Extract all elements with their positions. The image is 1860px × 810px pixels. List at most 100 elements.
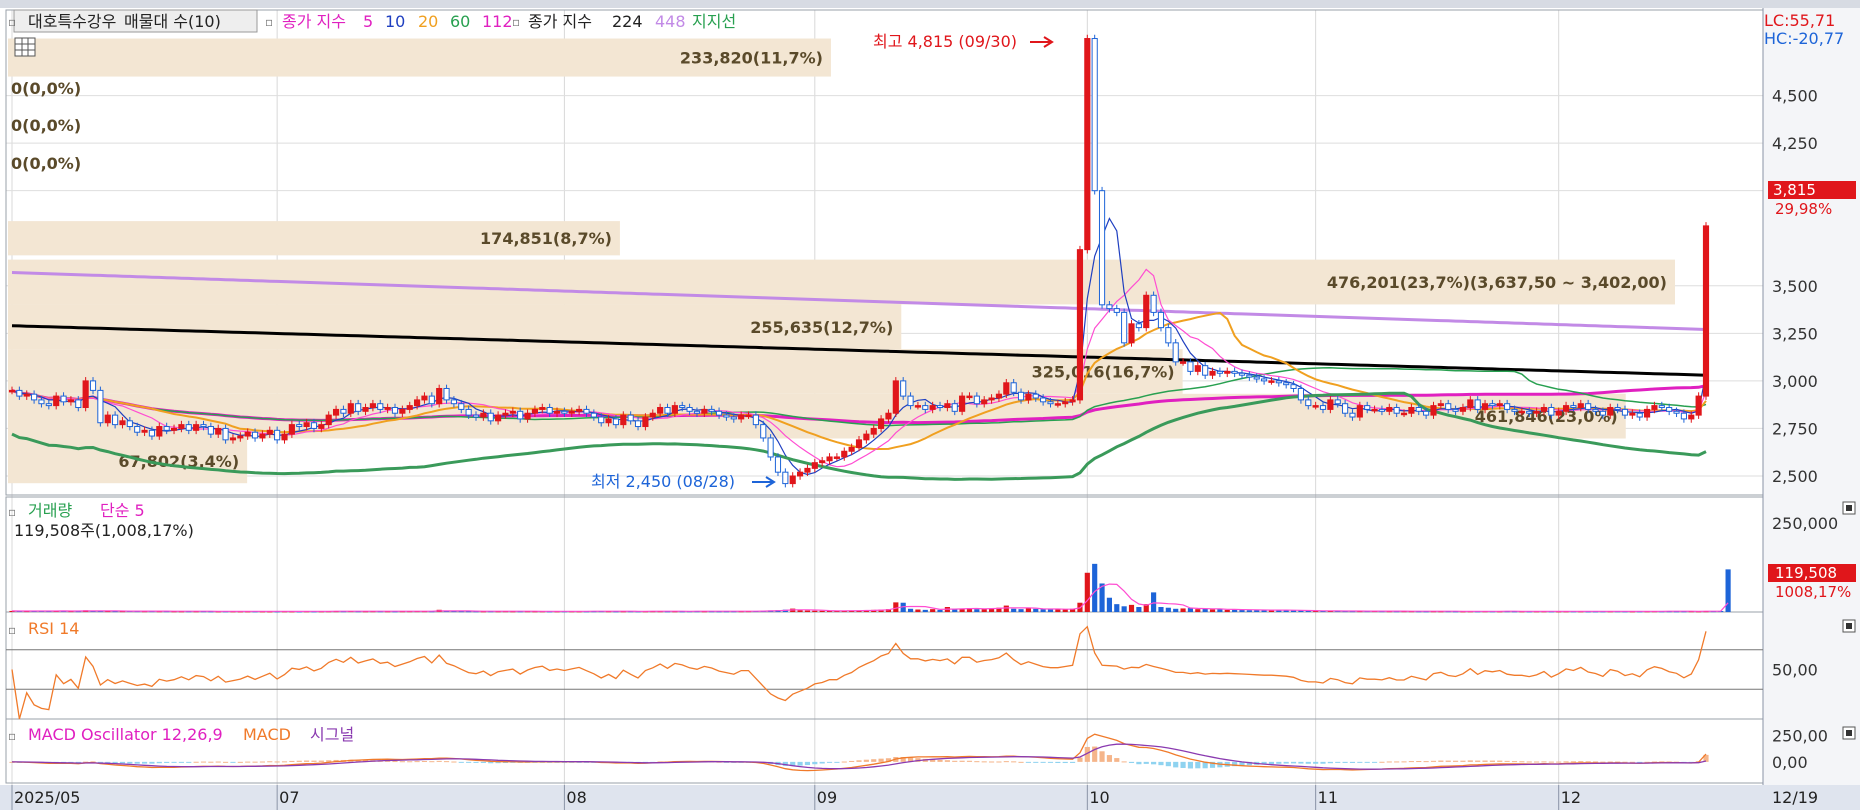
candle-body xyxy=(1599,410,1606,416)
macd-osc-bar xyxy=(407,761,413,763)
y-tick-label: 2,500 xyxy=(1772,467,1818,486)
candle-body xyxy=(1504,403,1511,410)
macd-osc-bar xyxy=(127,761,133,764)
macd-osc-bar xyxy=(1114,758,1120,762)
macd-osc-bar xyxy=(429,761,435,763)
candle-body xyxy=(1423,410,1430,416)
candle-body xyxy=(1054,403,1061,406)
macd-osc-bar xyxy=(141,761,148,764)
candle-body xyxy=(318,424,325,429)
macd-osc-bar xyxy=(186,761,192,763)
candle-body xyxy=(620,414,627,426)
candle-body xyxy=(598,416,605,424)
macd-osc-bar xyxy=(252,761,258,763)
candle-body xyxy=(539,407,546,410)
table-icon[interactable] xyxy=(14,37,36,57)
macd-osc-bar xyxy=(974,761,980,763)
macd-osc-bar xyxy=(1033,761,1039,763)
volume-bar xyxy=(1224,609,1230,612)
panel-close-icon[interactable] xyxy=(1842,501,1856,515)
zero-label: 0(0,0%) xyxy=(11,154,81,173)
candle-body xyxy=(553,410,561,414)
candle-body xyxy=(878,418,885,429)
macd-osc-bar xyxy=(1121,761,1127,763)
candle-body xyxy=(1231,370,1238,374)
volume-profile-label: 255,635(12,7%) xyxy=(750,318,893,337)
macd-osc-bar xyxy=(259,761,265,763)
macd-osc-bar xyxy=(1143,761,1149,764)
legend-support: 지지선 xyxy=(692,12,736,31)
candle-body xyxy=(1636,412,1643,418)
candle-body xyxy=(907,395,914,407)
candle-body xyxy=(752,414,759,426)
candle-body xyxy=(914,405,921,408)
candle-body xyxy=(1408,407,1415,414)
candle-body xyxy=(1680,412,1687,420)
candle-body xyxy=(531,408,539,414)
candle-body xyxy=(1356,405,1363,418)
candle-body xyxy=(414,399,421,407)
candle-body xyxy=(1533,410,1540,414)
candle-body xyxy=(406,405,413,410)
candle-body xyxy=(1702,225,1710,397)
candle-body xyxy=(929,405,936,410)
candle-body xyxy=(487,412,494,422)
candle-body xyxy=(649,412,656,418)
candle-body xyxy=(848,446,855,452)
macd-osc-bar xyxy=(1541,761,1547,763)
candle-body xyxy=(215,427,222,435)
panel-close-icon[interactable] xyxy=(1842,726,1856,740)
macd-osc-bar xyxy=(296,760,302,762)
x-tick-label: 07 xyxy=(279,788,299,807)
macd-osc-bar xyxy=(966,760,973,762)
candle-body xyxy=(1194,365,1201,372)
top-strip xyxy=(0,0,1860,8)
candle-body xyxy=(1135,323,1142,329)
candle-body xyxy=(1400,412,1408,416)
candle-body xyxy=(296,424,303,428)
candle-body xyxy=(8,389,16,393)
legend-ma5: 5 xyxy=(363,12,373,31)
macd-osc-bar xyxy=(1489,760,1495,762)
candle-body xyxy=(995,393,1003,399)
candle-body xyxy=(1216,370,1223,374)
candle-body xyxy=(892,380,899,414)
candle-body xyxy=(1577,403,1584,409)
volume-bar xyxy=(922,609,928,612)
candle-body xyxy=(82,380,89,409)
panel-close-icon[interactable] xyxy=(1842,619,1856,633)
stock-chart[interactable]: 233,820(11,7%) 174,851(8,7%) 476,201(23,7%… xyxy=(0,0,1860,810)
candle-body xyxy=(605,418,612,424)
x-tick-label: 12 xyxy=(1561,788,1581,807)
candle-body xyxy=(148,429,156,437)
candle-body xyxy=(1334,399,1341,405)
macd-osc-bar xyxy=(988,761,995,763)
candle-body xyxy=(1106,304,1113,310)
candle-body xyxy=(1062,401,1069,405)
macd-osc-bar xyxy=(1548,761,1554,763)
candle-body xyxy=(332,408,340,416)
macd-osc-bar xyxy=(804,761,811,766)
volume-bar xyxy=(819,610,825,612)
candle-body xyxy=(1113,308,1120,313)
macd-osc-bar xyxy=(1180,761,1186,768)
candle-body xyxy=(966,395,973,399)
macd-osc-bar xyxy=(1519,761,1525,763)
candle-body xyxy=(1548,407,1555,416)
macd-osc-bar xyxy=(1497,760,1503,762)
macd-osc-bar xyxy=(1386,761,1392,763)
volume-bar xyxy=(812,610,818,612)
candle-body xyxy=(259,433,266,439)
macd-osc-bar xyxy=(1504,760,1510,762)
candle-body xyxy=(922,405,929,410)
candle-body xyxy=(502,412,509,416)
x-axis-last-label: 12/19 xyxy=(1772,788,1818,807)
macd-osc-bar xyxy=(1077,757,1083,762)
candle-body xyxy=(1570,405,1577,409)
volume-profile-label: 174,851(8,7%) xyxy=(480,229,612,248)
candle-body xyxy=(67,399,74,403)
candle-body xyxy=(126,420,133,428)
candle-body xyxy=(1268,380,1275,383)
candle-body xyxy=(170,427,178,431)
candle-body xyxy=(1658,405,1665,409)
